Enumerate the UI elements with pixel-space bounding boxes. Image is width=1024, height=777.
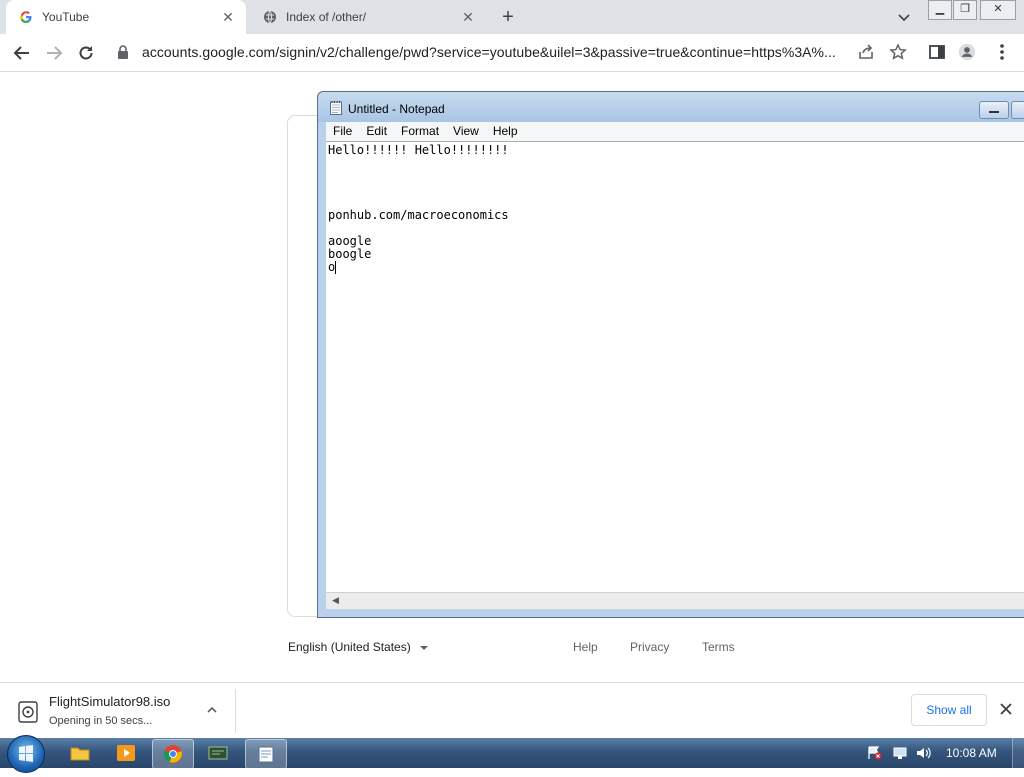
lock-icon[interactable] <box>117 45 129 59</box>
close-icon[interactable] <box>998 701 1014 717</box>
notepad-minimize-button[interactable] <box>979 101 1009 119</box>
notepad-app-icon <box>330 101 342 115</box>
side-panel-icon[interactable] <box>928 43 946 61</box>
menu-file[interactable]: File <box>326 122 359 141</box>
taskbar-clock[interactable]: 10:08 AM <box>946 746 997 760</box>
window-minimize-button[interactable]: ▁ <box>928 0 952 20</box>
start-button[interactable] <box>7 735 45 773</box>
notepad-title: Untitled - Notepad <box>348 102 445 116</box>
dropdown-caret-icon <box>419 640 429 654</box>
window-close-button[interactable]: ✕ <box>980 0 1016 20</box>
notepad-text-area[interactable]: Hello!!!!!! Hello!!!!!!!! ponhub.com/mac… <box>326 141 1024 593</box>
taskbar-chrome-icon[interactable] <box>152 739 194 769</box>
tab-index-of-other[interactable]: Index of /other/ ✕ <box>250 0 486 34</box>
forward-arrow-icon[interactable] <box>42 41 66 65</box>
taskbar-media-player-icon[interactable] <box>106 739 146 767</box>
tab-strip: YouTube ✕ Index of /other/ ✕ + ▁ ❐ ✕ <box>0 0 1024 34</box>
volume-icon[interactable] <box>915 746 931 760</box>
text-caret <box>335 261 337 274</box>
chevron-up-icon[interactable] <box>204 702 220 718</box>
scroll-left-arrow-icon[interactable]: ◀ <box>332 595 339 606</box>
globe-icon <box>262 9 278 25</box>
footer-privacy-link[interactable]: Privacy <box>630 640 669 654</box>
windows-taskbar: 10:08 AM <box>0 735 1024 773</box>
footer-terms-link[interactable]: Terms <box>702 640 735 654</box>
tab-youtube[interactable]: YouTube ✕ <box>6 0 246 34</box>
notepad-horizontal-scrollbar[interactable]: ◀ <box>326 592 1024 609</box>
language-label: English (United States) <box>288 640 411 654</box>
menu-help[interactable]: Help <box>486 122 525 141</box>
iso-file-icon[interactable] <box>16 700 40 724</box>
google-g-icon <box>18 9 34 25</box>
bookmark-star-icon[interactable] <box>889 43 907 61</box>
divider <box>235 689 236 733</box>
notepad-titlebar[interactable]: Untitled - Notepad <box>318 92 1024 122</box>
back-arrow-icon[interactable] <box>10 41 34 65</box>
address-bar-url[interactable]: accounts.google.com/signin/v2/challenge/… <box>142 44 847 60</box>
taskbar-notepad-icon[interactable] <box>245 739 287 769</box>
notepad-text-content: Hello!!!!!! Hello!!!!!!!! ponhub.com/mac… <box>328 143 509 274</box>
action-center-flag-icon[interactable] <box>867 746 882 760</box>
show-all-button[interactable]: Show all <box>911 694 987 726</box>
kebab-menu-icon[interactable] <box>993 43 1011 61</box>
notepad-window: Untitled - Notepad File Edit Format View… <box>317 91 1024 618</box>
language-selector[interactable]: English (United States) <box>288 640 429 654</box>
menu-edit[interactable]: Edit <box>359 122 394 141</box>
reload-icon[interactable] <box>74 41 98 65</box>
tab-search-chevron-icon[interactable] <box>896 9 912 25</box>
window-restore-button[interactable]: ❐ <box>953 0 977 20</box>
network-icon[interactable] <box>892 746 907 760</box>
taskbar-app-icon[interactable] <box>198 739 238 767</box>
show-desktop-button[interactable] <box>1012 738 1024 768</box>
menu-view[interactable]: View <box>446 122 486 141</box>
close-tab-icon[interactable]: ✕ <box>460 9 476 25</box>
download-shelf: FlightSimulator98.iso Opening in 50 secs… <box>0 682 1024 739</box>
notepad-maximize-button[interactable] <box>1011 101 1024 119</box>
tab-title: YouTube <box>42 10 90 24</box>
taskbar-explorer-folder-icon[interactable] <box>60 739 100 767</box>
profile-avatar-icon[interactable] <box>958 43 976 61</box>
download-file-name[interactable]: FlightSimulator98.iso <box>49 694 170 709</box>
share-icon[interactable] <box>857 43 875 61</box>
notepad-menubar: File Edit Format View Help <box>326 122 1024 141</box>
footer-help-link[interactable]: Help <box>573 640 598 654</box>
tab-title: Index of /other/ <box>286 10 367 24</box>
new-tab-button[interactable]: + <box>498 7 518 27</box>
download-status: Opening in 50 secs... <box>49 715 153 727</box>
close-tab-icon[interactable]: ✕ <box>220 9 236 25</box>
menu-format[interactable]: Format <box>394 122 446 141</box>
